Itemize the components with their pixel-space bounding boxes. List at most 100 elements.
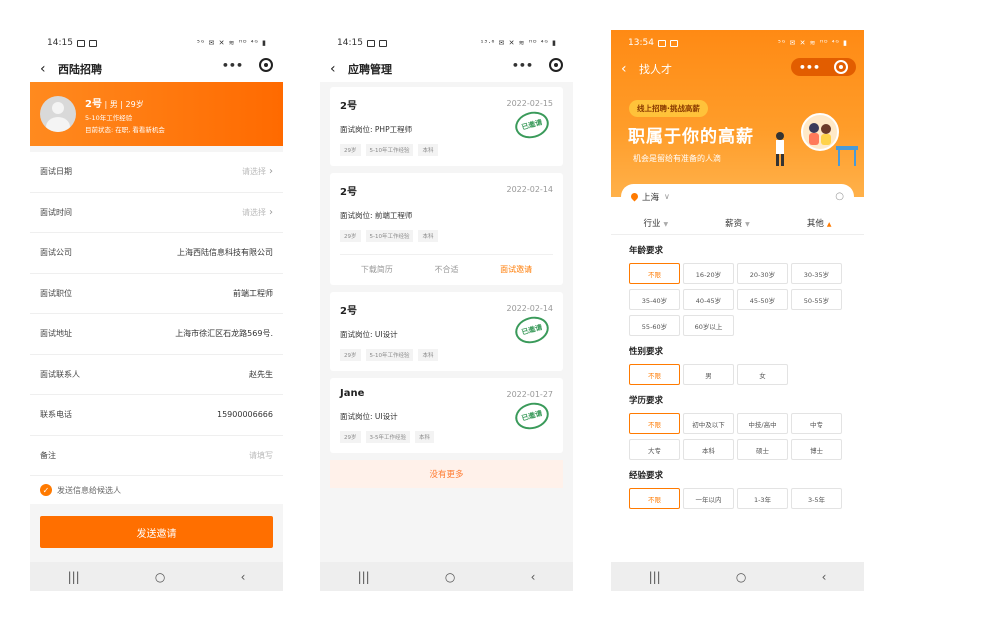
form-value[interactable]: 上海西陆信息科技有限公司 <box>177 247 273 258</box>
send-invitation-button[interactable]: 发送邀请 <box>40 516 273 548</box>
filter-option[interactable]: 45-50岁 <box>737 289 788 310</box>
form-row[interactable]: 面试职位 前端工程师 <box>30 274 283 314</box>
form-value[interactable]: 前端工程师 <box>233 288 273 299</box>
filter-option[interactable]: 女 <box>737 364 788 385</box>
back-icon[interactable]: ‹ <box>621 61 639 77</box>
status-time: 13:54 <box>628 38 654 48</box>
application-card[interactable]: 2号 2022-02-14 面试岗位: 前端工程师 29岁 5-10年工作经验 本科 下载简… <box>330 173 563 285</box>
application-card[interactable]: 2号 2022-02-15 面试岗位: PHP工程师 29岁 5-10年工作经验 本科 已邀… <box>330 87 563 166</box>
filter-option[interactable]: 不限 <box>629 488 680 509</box>
filter-option[interactable]: 40-45岁 <box>683 289 734 310</box>
back-nav-icon[interactable]: ‹ <box>241 570 246 584</box>
form-value[interactable]: 请选择 › <box>242 207 273 218</box>
application-date: 2022-02-14 <box>506 185 554 194</box>
banner-pill: 线上招聘·挑战高薪 <box>629 100 708 117</box>
filter-tabs: 行业 ▼ 薪资 ▼ 其他 ▲ <box>611 211 864 235</box>
filter-salary[interactable]: 薪资 ▼ <box>725 217 750 229</box>
filter-other-label: 其他 <box>806 218 824 229</box>
filter-option[interactable]: 55-60岁 <box>629 315 680 336</box>
candidate-name: 2号 <box>85 98 102 110</box>
form-label: 面试日期 <box>40 167 72 177</box>
recent-apps-icon[interactable]: ||| <box>68 570 80 584</box>
form-value-text: 赵先生 <box>249 369 273 379</box>
application-card[interactable]: Jane 2022-01-27 面试岗位: UI设计 29岁 3-5年工作经验 本科 已邀请 <box>330 378 563 453</box>
filter-option[interactable]: 1-3年 <box>737 488 788 509</box>
back-icon[interactable]: ‹ <box>40 61 58 77</box>
form-value[interactable]: 请选择 › <box>242 166 273 177</box>
form-row[interactable]: 面试日期 请选择 › <box>30 152 283 193</box>
filter-other[interactable]: 其他 ▲ <box>807 217 832 229</box>
city-selector[interactable]: 上海 <box>642 191 659 203</box>
phone-send-invitation: 14:15 ⁵ᴳ ✉ ✕ ≋ ᴴᴰ ⁴ᴳ ▮ ‹ 西陆招聘 ••• 2号 | 男… <box>30 30 283 591</box>
filter-option[interactable]: 3-5年 <box>791 488 842 509</box>
filter-option[interactable]: 初中及以下 <box>683 413 734 434</box>
application-card[interactable]: 2号 2022-02-14 面试岗位: UI设计 29岁 5-10年工作经验 本科 已邀请 <box>330 292 563 371</box>
filter-options: 不限 初中及以下 中技/高中 中专大专 本科 硕士 博士 <box>629 413 846 460</box>
filter-option[interactable]: 不限 <box>629 413 680 434</box>
filter-options: 不限 一年以内 1-3年 3-5年 <box>629 488 846 509</box>
invitation-form: 面试日期 请选择 › 面试时间 请选择 › 面试公司 上海西陆信息科技有限公司 面试职位 前端工程… <box>30 152 283 476</box>
back-nav-icon[interactable]: ‹ <box>531 570 536 584</box>
form-row[interactable]: 面试地址 上海市徐汇区石龙路569号. <box>30 314 283 355</box>
filter-option[interactable]: 硕士 <box>737 439 788 460</box>
back-nav-icon[interactable]: ‹ <box>822 570 827 584</box>
recent-apps-icon[interactable]: ||| <box>358 570 370 584</box>
filter-option[interactable]: 20-30岁 <box>737 263 788 284</box>
filter-option[interactable]: 大专 <box>629 439 680 460</box>
agree-label: 发送信息给候选人 <box>57 485 121 495</box>
search-icon[interactable]: ○ <box>835 191 844 202</box>
filter-option[interactable]: 16-20岁 <box>683 263 734 284</box>
back-icon[interactable]: ‹ <box>330 61 348 77</box>
invite-interview-button[interactable]: 面试邀请 <box>500 264 532 275</box>
form-label: 备注 <box>40 450 56 460</box>
form-value[interactable]: 上海市徐汇区石龙路569号. <box>175 328 273 339</box>
form-value[interactable]: 15900006666 <box>217 410 273 419</box>
filter-option[interactable]: 中专 <box>791 413 842 434</box>
filter-option[interactable]: 60岁以上 <box>683 315 734 336</box>
filter-option[interactable]: 35-40岁 <box>629 289 680 310</box>
filter-option[interactable]: 不限 <box>629 364 680 385</box>
more-icon[interactable]: ••• <box>512 59 533 72</box>
form-row[interactable]: 面试联系人 赵先生 <box>30 355 283 395</box>
filter-section-title: 经验要求 <box>629 471 664 481</box>
tag: 5-10年工作经验 <box>365 349 414 361</box>
filter-option[interactable]: 30-35岁 <box>791 263 842 284</box>
filter-option[interactable]: 本科 <box>683 439 734 460</box>
more-icon[interactable]: ••• <box>799 61 820 74</box>
form-value-text: 上海市徐汇区石龙路569号. <box>175 329 273 339</box>
banner-subtitle: 机会是留给有准备的人滴 <box>633 154 721 163</box>
filter-option[interactable]: 博士 <box>791 439 842 460</box>
form-value[interactable]: 赵先生 <box>249 369 273 380</box>
recent-apps-icon[interactable]: ||| <box>649 570 661 584</box>
download-resume-button[interactable]: 下载简历 <box>361 264 393 275</box>
filter-options: 不限 16-20岁 20-30岁 30-35岁 35-40岁 40-45岁 45-50岁 50… <box>629 263 846 336</box>
app-icon <box>669 39 678 47</box>
form-row[interactable]: 面试时间 请选择 › <box>30 193 283 233</box>
home-icon[interactable]: ○ <box>445 570 455 584</box>
send-to-candidate-checkbox[interactable]: ✓ 发送信息给候选人 <box>30 476 283 504</box>
status-icons: ¹³·⁶ ✉ ✕ ≋ ᴴᴰ ⁴ᴳ ▮ <box>480 39 557 47</box>
location-pin-icon <box>629 191 640 202</box>
form-row[interactable]: 面试公司 上海西陆信息科技有限公司 <box>30 233 283 274</box>
form-row[interactable]: 备注 请填写 <box>30 436 283 476</box>
reject-button[interactable]: 不合适 <box>434 264 458 275</box>
form-value[interactable]: 请填写 <box>249 450 273 461</box>
city-search-bar[interactable]: 上海 ∨ ○ <box>621 184 854 209</box>
close-target-icon[interactable] <box>549 58 563 72</box>
more-icon[interactable]: ••• <box>222 59 243 72</box>
filter-option[interactable]: 中技/高中 <box>737 413 788 434</box>
gallery-icon <box>76 39 85 47</box>
home-icon[interactable]: ○ <box>155 570 165 584</box>
status-time: 14:15 <box>337 38 363 48</box>
filter-option[interactable]: 50-55岁 <box>791 289 842 310</box>
form-row[interactable]: 联系电话 15900006666 <box>30 395 283 436</box>
filter-option[interactable]: 一年以内 <box>683 488 734 509</box>
close-target-icon[interactable] <box>259 58 273 72</box>
close-target-icon[interactable] <box>834 60 848 74</box>
filter-option[interactable]: 不限 <box>629 263 680 284</box>
form-label: 面试联系人 <box>40 369 80 379</box>
home-icon[interactable]: ○ <box>736 570 746 584</box>
filter-industry[interactable]: 行业 ▼ <box>644 217 669 229</box>
tag: 29岁 <box>340 230 361 242</box>
filter-option[interactable]: 男 <box>683 364 734 385</box>
